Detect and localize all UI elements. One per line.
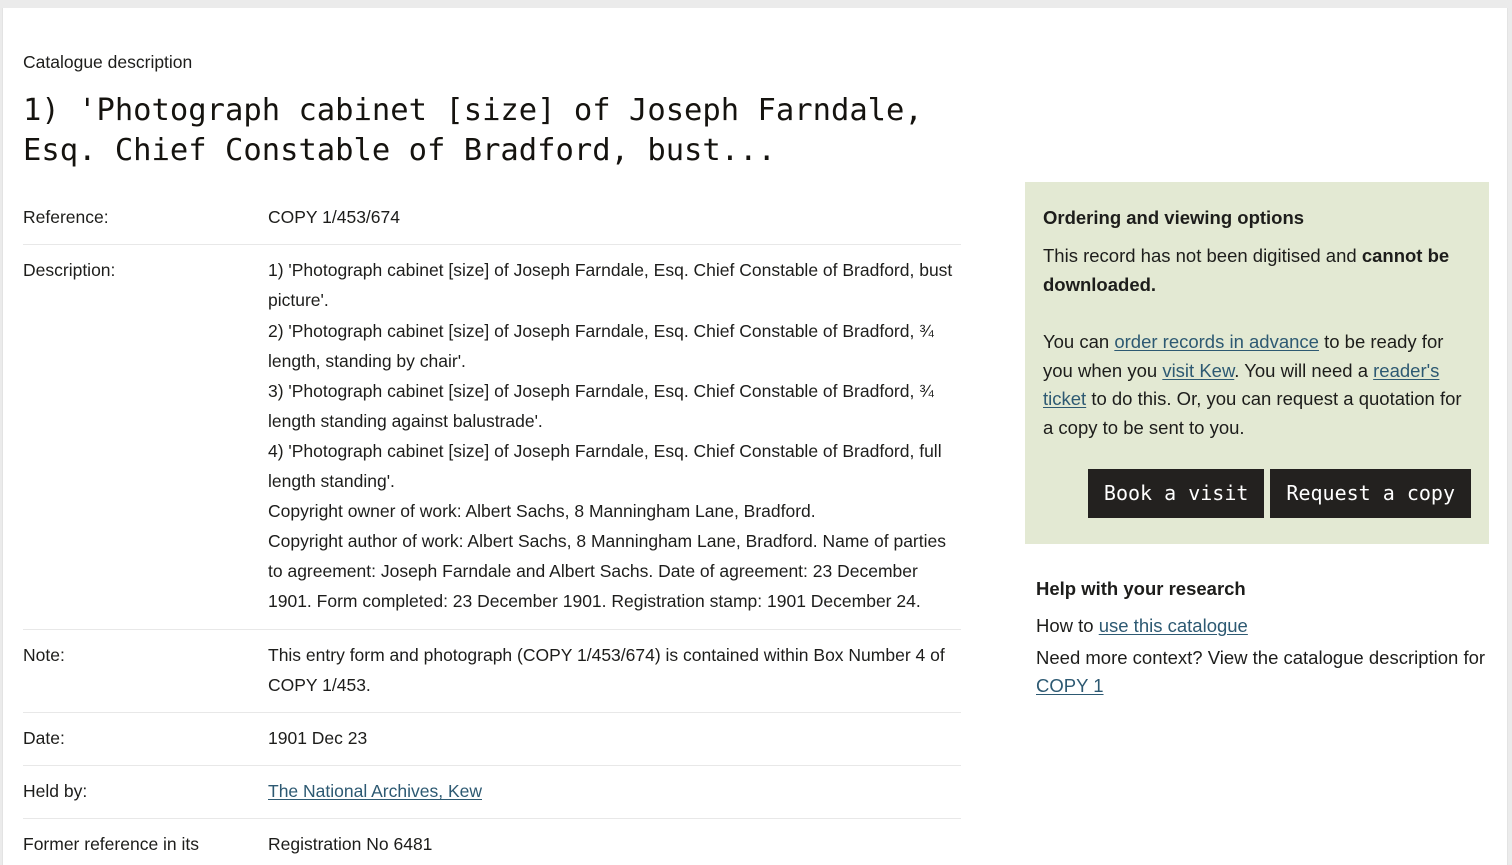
visit-kew-link[interactable]: visit Kew — [1162, 360, 1234, 381]
main-content-column: Catalogue description 1) 'Photograph cab… — [3, 8, 1025, 865]
row-value-note: This entry form and photograph (COPY 1/4… — [268, 644, 945, 695]
row-label-description: Description: — [23, 260, 116, 281]
table-row: Former reference in its original departm… — [23, 818, 961, 865]
held-by-link[interactable]: The National Archives, Kew — [268, 781, 482, 801]
use-this-catalogue-link[interactable]: use this catalogue — [1099, 615, 1248, 636]
breadcrumb-eyebrow: Catalogue description — [23, 52, 193, 72]
how-to-prefix: How to — [1036, 615, 1099, 637]
table-row: Held by: The National Archives, Kew — [23, 765, 961, 819]
table-row: Reference: COPY 1/453/674 — [23, 192, 961, 245]
ordering-and-viewing-options-panel: Ordering and viewing options This record… — [1025, 182, 1489, 545]
ordering-panel-heading: Ordering and viewing options — [1043, 207, 1305, 228]
table-row: Date: 1901 Dec 23 — [23, 712, 961, 766]
ordering-instructions-text: You can order records in advance to be r… — [1043, 328, 1471, 443]
row-label-held-by: Held by: — [23, 780, 88, 801]
row-label-note: Note: — [23, 644, 65, 665]
instructions-part-1: You can — [1043, 330, 1115, 352]
order-records-in-advance-link[interactable]: order records in advance — [1114, 331, 1319, 352]
row-value-description: 1) 'Photograph cabinet [size] of Joseph … — [268, 260, 953, 612]
book-a-visit-button[interactable]: Book a visit — [1087, 469, 1265, 519]
row-value-held-by: The National Archives, Kew — [267, 765, 961, 818]
row-value-reference: COPY 1/453/674 — [268, 207, 400, 228]
ordering-action-buttons: Book a visit Request a copy — [1043, 469, 1471, 519]
row-value-date: 1901 Dec 23 — [268, 727, 368, 748]
instructions-part-3: . You will need a — [1234, 359, 1374, 381]
page-columns: Catalogue description 1) 'Photograph cab… — [3, 8, 1507, 865]
context-prefix: Need more context? View the catalogue de… — [1036, 646, 1486, 668]
sidebar-column: Ordering and viewing options This record… — [1025, 8, 1507, 703]
row-label-former-reference: Former reference in its original departm… — [23, 833, 200, 865]
digitisation-status-text: This record has not been digitised and c… — [1043, 242, 1471, 300]
page-title: 1) 'Photograph cabinet [size] of Joseph … — [23, 93, 923, 168]
table-row: Description: 1) 'Photograph cabinet [siz… — [23, 245, 961, 629]
row-label-date: Date: — [23, 727, 65, 748]
copy-1-link[interactable]: COPY 1 — [1036, 675, 1104, 696]
table-row: Note: This entry form and photograph (CO… — [23, 629, 961, 713]
record-details-body: Reference: COPY 1/453/674 Description: 1… — [23, 192, 961, 865]
how-to-use-catalogue-text: How to use this catalogue — [1036, 612, 1489, 640]
status-prefix: This record has not been digitised and — [1043, 245, 1362, 267]
row-value-former-reference: Registration No 6481 — [268, 833, 433, 854]
help-heading: Help with your research — [1036, 578, 1246, 600]
more-context-text: Need more context? View the catalogue de… — [1036, 644, 1489, 700]
catalogue-record-page: Catalogue description 1) 'Photograph cab… — [2, 8, 1508, 865]
request-a-copy-button[interactable]: Request a copy — [1270, 469, 1471, 519]
help-with-your-research-section: Help with your research How to use this … — [1025, 578, 1489, 699]
instructions-part-4: to do this. Or, you can request a quotat… — [1043, 388, 1462, 439]
row-label-reference: Reference: — [23, 207, 109, 228]
record-details-table: Reference: COPY 1/453/674 Description: 1… — [23, 192, 961, 865]
